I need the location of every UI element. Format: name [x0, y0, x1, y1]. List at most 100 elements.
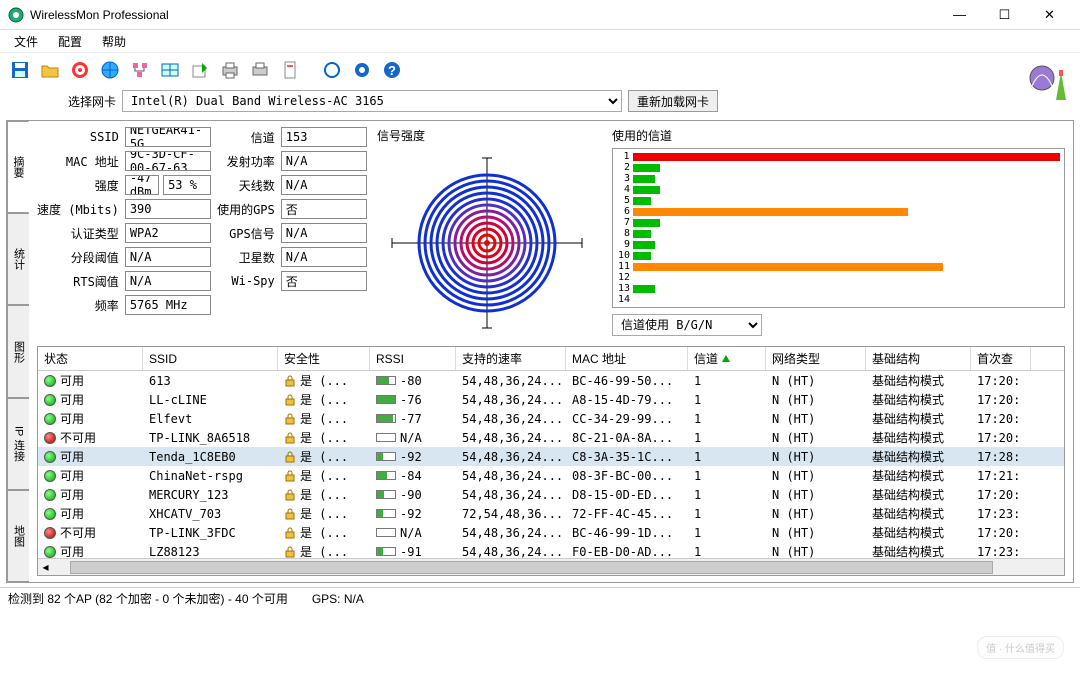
lock-icon — [284, 489, 296, 501]
table-row[interactable]: 可用MERCURY_123 是 (... -9054,48,36,24...D8… — [38, 485, 1064, 504]
rssi-bar-icon — [376, 490, 396, 499]
app-icon — [8, 7, 24, 23]
tab-summary[interactable]: 摘要 — [7, 121, 29, 213]
sat-label: 卫星数 — [217, 249, 275, 266]
toolbar: ? — [0, 52, 1080, 86]
grid-col-header[interactable]: RSSI — [370, 347, 456, 370]
window-title: WirelessMon Professional — [30, 8, 937, 22]
speed-label: 速度 (Mbits) — [37, 201, 119, 218]
grid-col-header[interactable]: 首次查 — [971, 347, 1031, 370]
antenna-label: 天线数 — [217, 177, 275, 194]
grid-col-header[interactable]: SSID — [143, 347, 278, 370]
channel-bar-row: 8 — [617, 228, 1060, 239]
tab-graph[interactable]: 图形 — [7, 305, 29, 397]
channel-bar-row: 14 — [617, 294, 1060, 305]
strength-dbm: -47 dBm — [125, 175, 159, 195]
auth-label: 认证类型 — [37, 225, 119, 242]
target-icon[interactable] — [66, 56, 94, 84]
lock-icon — [284, 470, 296, 482]
grid-col-header[interactable]: 安全性 — [278, 347, 370, 370]
tab-statistics[interactable]: 统计 — [7, 213, 29, 305]
grid-col-header[interactable]: 状态 — [38, 347, 143, 370]
table-row[interactable]: 可用LZ88123 是 (... -9154,48,36,24...F0-EB-… — [38, 542, 1064, 558]
ssid-value: NETGEAR41-5G — [125, 127, 211, 147]
ssid-label: SSID — [37, 130, 119, 144]
status-dot-icon — [44, 527, 56, 539]
menu-config[interactable]: 配置 — [50, 31, 90, 52]
svg-text:?: ? — [388, 63, 396, 78]
table-row[interactable]: 可用LL-cLINE 是 (... -7654,48,36,24...A8-15… — [38, 390, 1064, 409]
sat-value: N/A — [281, 247, 367, 267]
channel-bar-row: 1 — [617, 151, 1060, 162]
adapter-label: 选择网卡 — [68, 93, 116, 110]
minimize-button[interactable]: — — [937, 1, 982, 29]
adapter-row: 选择网卡 Intel(R) Dual Band Wireless-AC 3165… — [0, 86, 1080, 118]
mac-label: MAC 地址 — [37, 153, 119, 170]
gpssignal-value: N/A — [281, 223, 367, 243]
channel-bar-row: 9 — [617, 239, 1060, 250]
globe-icon[interactable] — [96, 56, 124, 84]
rssi-bar-icon — [376, 528, 396, 537]
table-row[interactable]: 可用Elfevt 是 (... -7754,48,36,24...CC-34-2… — [38, 409, 1064, 428]
lock-icon — [284, 527, 296, 539]
lock-icon — [284, 432, 296, 444]
rts-value: N/A — [125, 271, 211, 291]
table-row[interactable]: 可用ChinaNet-rspg 是 (... -8454,48,36,24...… — [38, 466, 1064, 485]
freq-value: 5765 MHz — [125, 295, 211, 315]
menu-file[interactable]: 文件 — [6, 31, 46, 52]
antenna-value: N/A — [281, 175, 367, 195]
channel-bar-row: 10 — [617, 250, 1060, 261]
grid-col-header[interactable]: 基础结构 — [866, 347, 971, 370]
menubar: 文件 配置 帮助 — [0, 30, 1080, 52]
print2-icon[interactable] — [246, 56, 274, 84]
export-icon[interactable] — [186, 56, 214, 84]
freq-label: 频率 — [37, 297, 119, 314]
reload-adapter-button[interactable]: 重新加载网卡 — [628, 90, 718, 112]
grid-body[interactable]: 可用613 是 (... -8054,48,36,24...BC-46-99-5… — [38, 371, 1064, 558]
close-button[interactable]: ✕ — [1027, 1, 1072, 29]
lock-icon — [284, 546, 296, 558]
watermark: 值 · 什么值得买 — [977, 636, 1064, 659]
table-row[interactable]: 不可用TP-LINK_3FDC 是 (... N/A54,48,36,24...… — [38, 523, 1064, 542]
lock-icon — [284, 413, 296, 425]
status-gps: GPS: N/A — [312, 592, 364, 606]
grid-col-header[interactable]: 支持的速率 — [456, 347, 566, 370]
status-dot-icon — [44, 546, 56, 558]
horizontal-scrollbar[interactable]: ◂ — [38, 558, 1064, 575]
tab-map[interactable]: 地图 — [7, 490, 29, 582]
gear-icon[interactable] — [348, 56, 376, 84]
mac-value: 9C-3D-CF-00-67-63 — [125, 151, 211, 171]
table-row[interactable]: 不可用TP-LINK_8A6518 是 (... N/A54,48,36,24.… — [38, 428, 1064, 447]
rssi-bar-icon — [376, 471, 396, 480]
rssi-bar-icon — [376, 433, 396, 442]
frag-label: 分段阈值 — [37, 249, 119, 266]
menu-help[interactable]: 帮助 — [94, 31, 134, 52]
page-icon[interactable] — [276, 56, 304, 84]
signal-strength-header: 信号强度 — [377, 127, 602, 144]
help-icon[interactable]: ? — [378, 56, 406, 84]
refresh-icon[interactable] — [318, 56, 346, 84]
open-icon[interactable] — [36, 56, 64, 84]
channel-mode-select[interactable]: 信道使用 B/G/N — [612, 314, 762, 336]
map-icon[interactable] — [156, 56, 184, 84]
strength-label: 强度 — [37, 177, 119, 194]
save-icon[interactable] — [6, 56, 34, 84]
channel-bar-row: 7 — [617, 217, 1060, 228]
status-dot-icon — [44, 508, 56, 520]
adapter-select[interactable]: Intel(R) Dual Band Wireless-AC 3165 — [122, 90, 622, 112]
gpssignal-label: GPS信号 — [217, 225, 275, 242]
table-row[interactable]: 可用613 是 (... -8054,48,36,24...BC-46-99-5… — [38, 371, 1064, 390]
status-dot-icon — [44, 375, 56, 387]
grid-col-header[interactable]: 网络类型 — [766, 347, 866, 370]
network-icon[interactable] — [126, 56, 154, 84]
maximize-button[interactable]: ☐ — [982, 1, 1027, 29]
table-row[interactable]: 可用Tenda_1C8EB0 是 (... -9254,48,36,24...C… — [38, 447, 1064, 466]
table-row[interactable]: 可用XHCATV_703 是 (... -9272,54,48,36...72-… — [38, 504, 1064, 523]
tab-ip-connect[interactable]: IP 连接 — [7, 398, 29, 490]
print-icon[interactable] — [216, 56, 244, 84]
gpsused-label: 使用的GPS — [217, 201, 275, 218]
grid-col-header[interactable]: MAC 地址 — [566, 347, 688, 370]
channel-bar-row: 2 — [617, 162, 1060, 173]
connection-info: SSIDNETGEAR41-5G 信道153 MAC 地址9C-3D-CF-00… — [37, 127, 367, 338]
grid-col-header[interactable]: 信道 — [688, 347, 766, 370]
